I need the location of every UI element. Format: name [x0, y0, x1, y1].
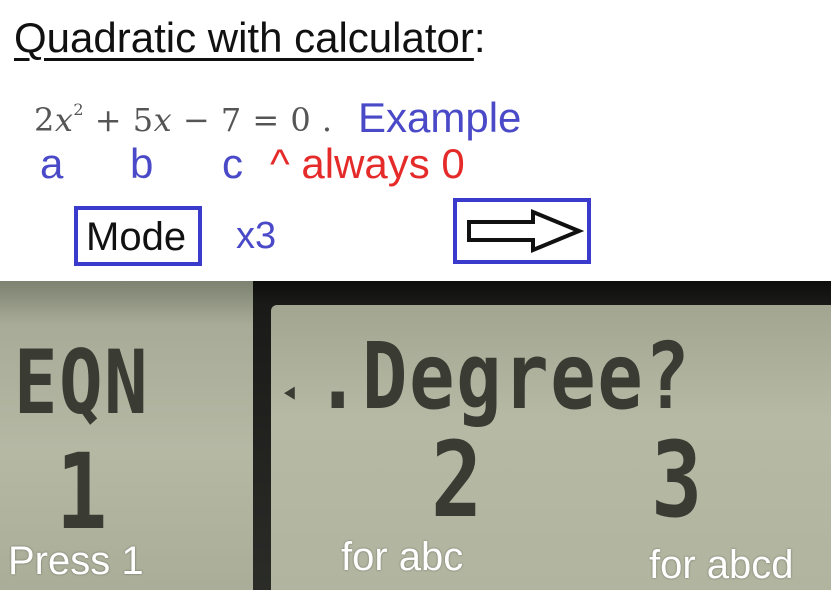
title-text: Quadratic with calculator	[14, 14, 474, 61]
eq-coef-a: 2	[34, 101, 55, 139]
title-colon: :	[473, 14, 486, 61]
coef-b-label: b	[130, 140, 154, 187]
arrow-key-box	[453, 198, 591, 264]
caption-for-abc: for abc	[341, 535, 464, 579]
eq-exponent: 2	[73, 100, 85, 120]
eq-var-x: x	[54, 101, 74, 139]
coef-c-label: c	[222, 140, 243, 187]
lcd-indicator-icon: ◂	[281, 371, 300, 411]
always-zero-note: ^ always 0	[270, 140, 465, 187]
example-equation: 2x2 + 5x − 7 = 0 .	[34, 100, 333, 139]
coef-a-label: a	[40, 140, 64, 187]
right-arrow-icon	[467, 209, 585, 253]
lcd-photo-degree: ◂ .Degree? 2 3 for abc for abcd	[253, 281, 831, 590]
page-title: Quadratic with calculator:	[14, 14, 486, 62]
lcd-photo-eqn: EQN 1 Press 1	[0, 281, 253, 590]
lcd-option-1: 1	[56, 431, 109, 553]
mode-key-label: Mode	[86, 215, 187, 259]
eq-term-b: + 5	[84, 101, 154, 139]
lcd-option-3: 3	[651, 419, 704, 541]
lcd-degree-prompt: .Degree?	[315, 323, 692, 430]
mode-press-count: x3	[236, 215, 277, 257]
eq-term-c: − 7 = 0 .	[172, 101, 333, 139]
lcd-option-2: 2	[431, 419, 484, 541]
lcd-eqn-text: EQN	[14, 331, 150, 434]
caption-for-abcd: for abcd	[649, 543, 794, 587]
eq-var-x2: x	[153, 101, 173, 139]
example-label: Example	[358, 94, 522, 141]
caption-press-1: Press 1	[8, 539, 144, 583]
